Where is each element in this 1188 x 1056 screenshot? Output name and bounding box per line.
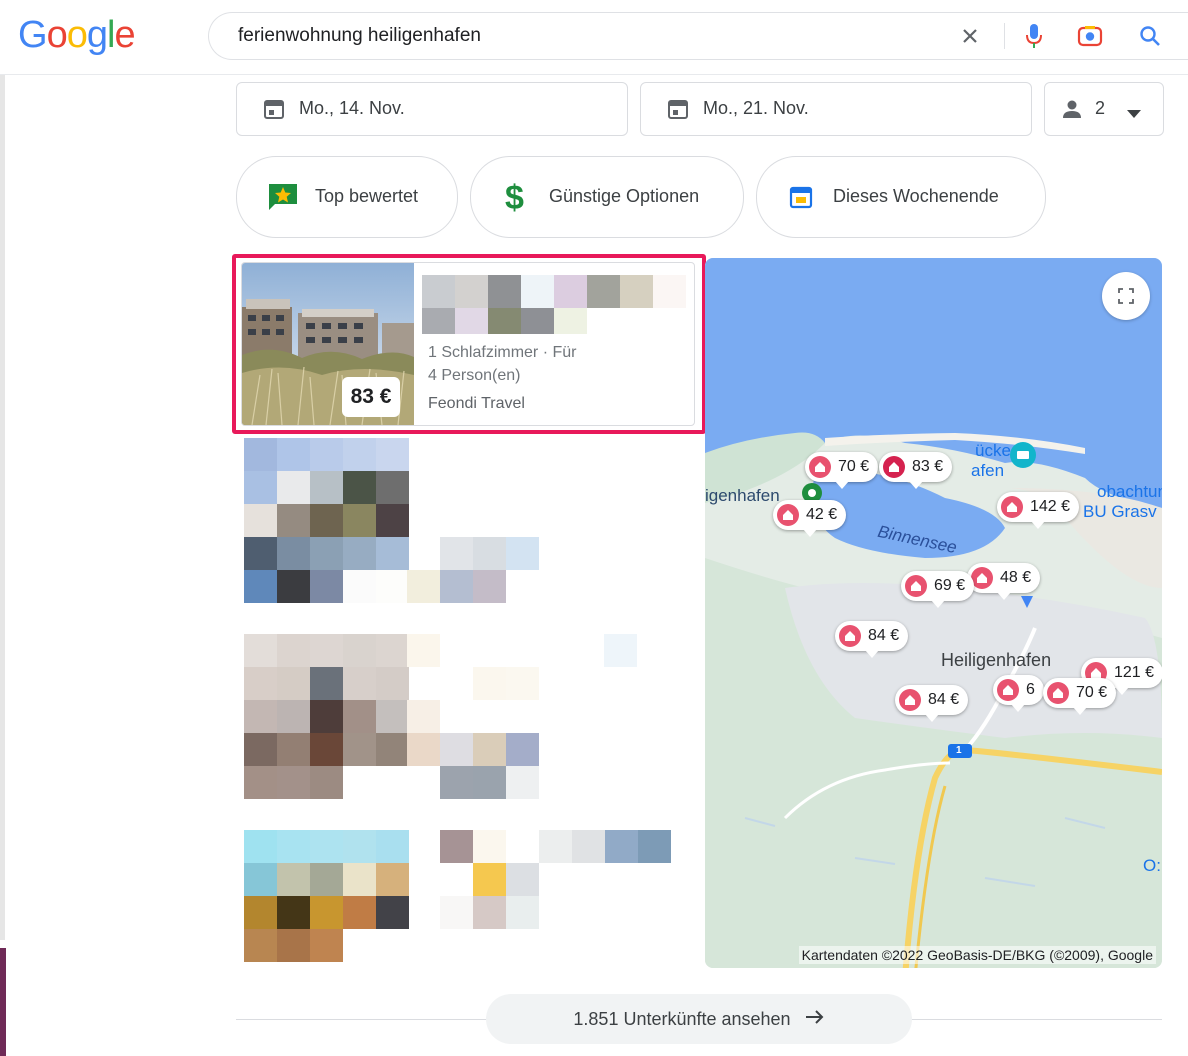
star-flag-icon [267,182,299,217]
map-price-pin[interactable]: 6 [993,675,1044,712]
highlighted-listing[interactable]: 83 € 1 Schlafzimmer · Für 4 Person(en) F… [232,254,706,434]
map-label-poi: afen [971,461,1005,480]
house-icon [839,625,861,647]
map-label-poi: ücke [975,441,1011,460]
map-label-poi: BU Grasv [1083,502,1157,521]
map[interactable]: igenhafen Binnensee ücke afen obachtun B… [705,258,1162,968]
search-box[interactable]: ferienwohnung heiligenhafen [208,12,1188,60]
expand-map-button[interactable] [1102,272,1150,320]
search-icon[interactable] [1137,23,1163,49]
clear-icon[interactable] [957,23,983,49]
arrow-right-icon [805,1009,825,1030]
map-price-pin[interactable]: 70 € [805,452,879,489]
map-price-pin[interactable]: 70 € [1043,678,1117,715]
logo-letter: o [66,14,88,56]
house-icon [1047,682,1069,704]
listing-provider: Feondi Travel [428,395,525,412]
pin-price: 70 € [838,458,870,475]
listing-photo[interactable]: 83 € [242,263,414,425]
listing-rooms: 1 Schlafzimmer · Für [428,344,577,361]
price-badge: 83 € [342,377,400,417]
map-price-pin[interactable]: 69 € [901,571,975,608]
logo-letter: e [114,14,135,56]
pin-price: 42 € [806,506,838,523]
checkout-date: Mo., 21. Nov. [703,98,809,118]
calendar-icon [263,98,285,125]
person-icon [1061,98,1083,125]
header: Google ferienwohnung heiligenhafen [0,0,1188,75]
chip-cheap-options[interactable]: $ Günstige Optionen [470,156,744,238]
chip-label: Dieses Wochenende [833,186,999,206]
listing-capacity: 4 Person(en) [428,367,521,384]
svg-text:$: $ [505,179,524,215]
listing-card[interactable]: 83 € 1 Schlafzimmer · Für 4 Person(en) F… [241,262,695,426]
calendar-icon [789,185,813,214]
camera-lens-icon[interactable] [1077,23,1103,49]
chevron-down-icon [1127,105,1141,123]
dollar-icon: $ [503,179,527,220]
pin-price: 84 € [868,627,900,644]
guest-count: 2 [1095,98,1106,118]
view-more-label: 1.851 Unterkünfte ansehen [573,1008,791,1029]
house-icon [809,456,831,478]
chip-label: Top bewertet [315,186,419,206]
pin-price: 83 € [912,458,944,475]
map-price-pin[interactable]: 42 € [773,500,847,537]
map-price-pin[interactable]: 142 € [997,492,1080,529]
map-price-pin[interactable]: 84 € [895,685,969,722]
google-logo[interactable]: Google [18,14,136,57]
house-icon [883,456,905,478]
house-icon [777,504,799,526]
microphone-icon[interactable] [1021,23,1047,49]
chip-top-rated[interactable]: Top bewertet [236,156,458,238]
map-price-pin[interactable]: 84 € [835,621,909,658]
calendar-icon [667,98,689,125]
left-edge [0,0,5,940]
map-label-poi: obachtun [1097,482,1162,501]
view-more-button[interactable]: 1.851 Unterkünfte ansehen [486,994,912,1044]
map-label-east: O: [1143,856,1161,875]
search-divider [1004,23,1005,49]
house-icon [997,679,1019,701]
checkin-date: Mo., 14. Nov. [299,98,405,118]
map-price-pin[interactable]: 48 € [967,563,1041,600]
chip-this-weekend[interactable]: Dieses Wochenende [756,156,1046,238]
checkin-field[interactable]: Mo., 14. Nov. [236,82,628,136]
house-icon [1001,496,1023,518]
chip-label: Günstige Optionen [549,186,700,206]
map-attribution: Kartendaten ©2022 GeoBasis-DE/BKG (©2009… [798,946,1156,964]
house-icon [971,567,993,589]
checkout-field[interactable]: Mo., 21. Nov. [640,82,1032,136]
pin-price: 121 € [1114,664,1155,681]
pin-price: 84 € [928,691,960,708]
road-number: 1 [956,745,962,756]
house-icon [905,575,927,597]
left-edge-accent [0,948,6,1056]
pin-price: 48 € [1000,569,1032,586]
guests-dropdown[interactable]: 2 [1044,82,1164,136]
logo-letter: o [46,14,68,56]
map-label-west: igenhafen [705,486,780,505]
search-input[interactable]: ferienwohnung heiligenhafen [238,25,481,47]
pin-price: 142 € [1030,498,1071,515]
map-label-town: Heiligenhafen [941,650,1052,670]
map-price-pin-selected[interactable]: 83 € [879,452,953,489]
house-icon [899,689,921,711]
pin-price: 6 [1026,681,1035,698]
expand-icon [1118,288,1134,304]
pin-price: 70 € [1076,684,1108,701]
logo-letter: G [18,14,48,56]
logo-letter: g [86,14,108,56]
pin-price: 69 € [934,577,966,594]
